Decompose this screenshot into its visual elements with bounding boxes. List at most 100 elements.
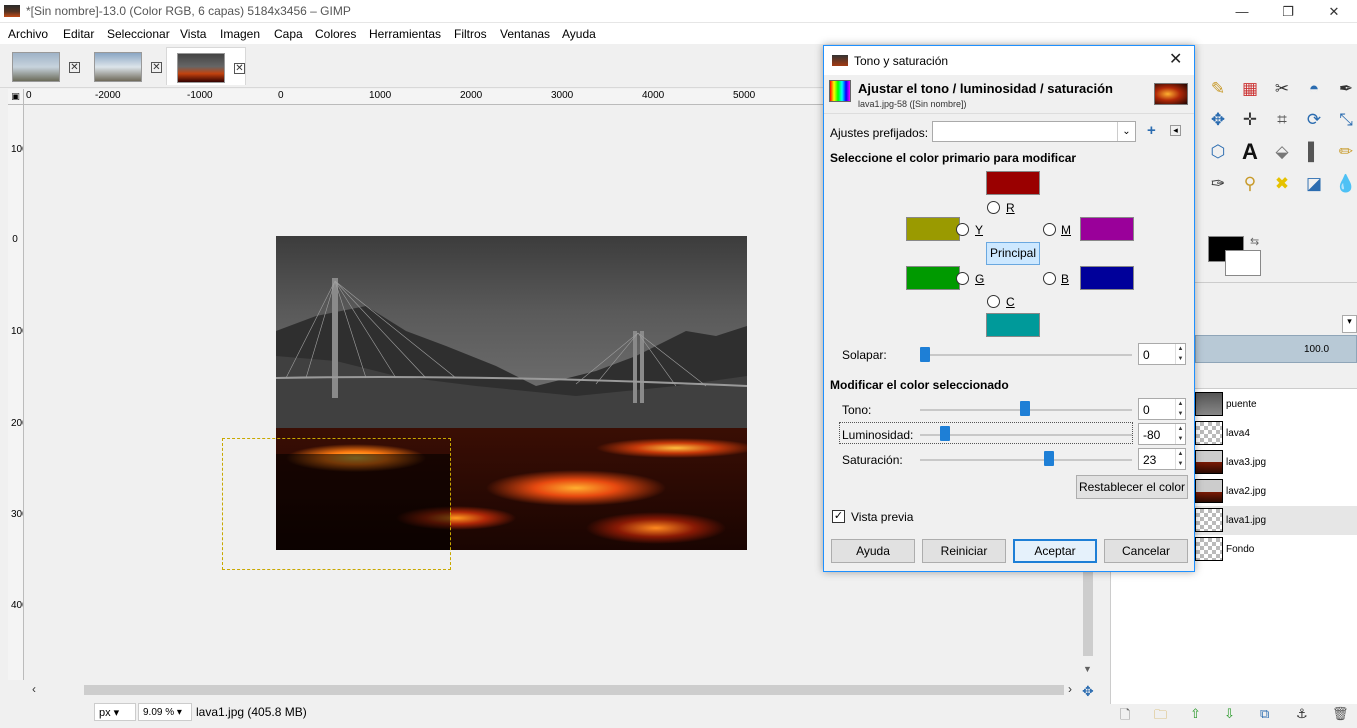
overlap-slider-handle[interactable] <box>920 347 930 362</box>
align-icon[interactable]: ✛ <box>1237 107 1263 133</box>
menu-herramientas[interactable]: Herramientas <box>369 27 441 41</box>
menu-ventanas[interactable]: Ventanas <box>500 27 550 41</box>
radio-yellow[interactable] <box>956 223 969 236</box>
lightness-slider-track[interactable] <box>920 434 1132 436</box>
close-tab-icon[interactable]: ✕ <box>69 62 80 73</box>
spin-arrows-icon[interactable]: ▲ ▼ <box>1175 449 1185 469</box>
scroll-left-icon[interactable]: ‹ <box>32 682 36 696</box>
saturation-slider-track[interactable] <box>920 459 1132 461</box>
radio-red-label[interactable]: R <box>1006 201 1015 215</box>
menu-ayuda[interactable]: Ayuda <box>562 27 596 41</box>
fuzzy-select-icon[interactable]: ✎ <box>1205 76 1231 102</box>
zoom-select[interactable]: 9.09 % ▾ <box>138 703 192 721</box>
close-tab-icon[interactable]: ✕ <box>234 63 245 74</box>
chevron-down-icon[interactable]: ⌄ <box>1117 122 1135 141</box>
opacity-slider[interactable]: 100.0 <box>1195 335 1357 363</box>
saturation-spinbox[interactable]: 23 ▲ ▼ <box>1138 448 1186 470</box>
radio-red[interactable] <box>987 201 1000 214</box>
menu-vista[interactable]: Vista <box>180 27 206 41</box>
menu-colores[interactable]: Colores <box>315 27 356 41</box>
image-tab-3[interactable]: ✕ <box>166 47 246 85</box>
rotate-icon[interactable]: ⟳ <box>1301 107 1327 133</box>
menu-editar[interactable]: Editar <box>63 27 94 41</box>
main-master-button[interactable]: Principal <box>986 242 1040 265</box>
lightness-spinbox[interactable]: -80 ▲ ▼ <box>1138 423 1186 445</box>
preset-menu-icon[interactable]: ◂ <box>1170 125 1181 136</box>
perspective-clone-icon[interactable]: ◪ <box>1301 171 1327 197</box>
menu-filtros[interactable]: Filtros <box>454 27 487 41</box>
image-tab-2[interactable]: ✕ <box>84 47 164 85</box>
duplicate-layer-icon[interactable]: ⧉ <box>1260 706 1269 722</box>
radio-magenta-label[interactable]: M <box>1061 223 1071 237</box>
blend-icon[interactable]: ▌ <box>1301 139 1327 165</box>
new-layer-group-icon[interactable]: 🗀 <box>1154 706 1167 728</box>
radio-blue-label[interactable]: B <box>1061 272 1069 286</box>
dialog-title-bar[interactable]: Tono y saturación ✕ <box>824 46 1194 75</box>
bucket-fill-icon[interactable]: ⬙ <box>1269 139 1295 165</box>
preview-checkbox[interactable]: ✓ <box>832 510 845 523</box>
scroll-down-icon[interactable]: ▼ <box>1083 664 1092 674</box>
radio-green-label[interactable]: G <box>975 272 984 286</box>
image-tab-1[interactable]: ✕ <box>2 47 82 85</box>
overlap-spinbox[interactable]: 0 ▲ ▼ <box>1138 343 1186 365</box>
radio-cyan[interactable] <box>987 295 1000 308</box>
navigate-icon[interactable]: ✥ <box>1082 683 1094 700</box>
pencil-icon[interactable]: ✏ <box>1333 139 1357 165</box>
crop-icon[interactable]: ⌗ <box>1269 107 1295 133</box>
cancel-button[interactable]: Cancelar <box>1104 539 1188 563</box>
swap-colors-icon[interactable]: ⇆ <box>1250 235 1259 248</box>
unit-select[interactable]: px ▾ <box>94 703 136 721</box>
dialog-close-button[interactable]: ✕ <box>1169 49 1182 69</box>
radio-yellow-label[interactable]: Y <box>975 223 983 237</box>
delete-layer-icon[interactable]: 🗑 <box>1332 706 1349 722</box>
presets-combo[interactable]: ⌄ <box>932 121 1136 142</box>
overlap-slider-track[interactable] <box>920 354 1132 356</box>
selection-marquee[interactable] <box>222 438 451 570</box>
spin-arrows-icon[interactable]: ▲ ▼ <box>1175 399 1185 419</box>
hue-spinbox[interactable]: 0 ▲ ▼ <box>1138 398 1186 420</box>
maximize-button[interactable]: ❐ <box>1265 0 1311 23</box>
spin-arrows-icon[interactable]: ▲ ▼ <box>1175 344 1185 364</box>
horizontal-scroll-thumb[interactable] <box>84 685 1064 695</box>
add-preset-icon[interactable]: + <box>1147 122 1156 139</box>
radio-green[interactable] <box>956 272 969 285</box>
help-button[interactable]: Ayuda <box>831 539 915 563</box>
scroll-right-icon[interactable]: › <box>1068 682 1072 696</box>
saturation-slider-handle[interactable] <box>1044 451 1054 466</box>
lightness-slider-handle[interactable] <box>940 426 950 441</box>
menu-archivo[interactable]: Archivo <box>8 27 48 41</box>
raise-layer-icon[interactable]: ⇧ <box>1190 706 1201 722</box>
reset-button[interactable]: Reiniciar <box>922 539 1006 563</box>
lower-layer-icon[interactable]: ⇩ <box>1224 706 1235 722</box>
cage-transform-icon[interactable]: ⬡ <box>1205 139 1231 165</box>
menu-seleccionar[interactable]: Seleccionar <box>107 27 170 41</box>
clone-icon[interactable]: ⚲ <box>1237 171 1263 197</box>
quick-mask-toggle[interactable]: ▣ <box>8 89 24 105</box>
select-by-color-icon[interactable]: ▦ <box>1237 76 1263 102</box>
preview-label[interactable]: Vista previa <box>851 510 913 524</box>
scissors-icon[interactable]: ✂ <box>1269 76 1295 102</box>
blur-icon[interactable]: 💧 <box>1333 171 1357 197</box>
close-button[interactable]: ✕ <box>1311 0 1357 23</box>
heal-icon[interactable]: ✖ <box>1269 171 1295 197</box>
reset-color-button[interactable]: Restablecer el color <box>1076 475 1188 499</box>
anchor-layer-icon[interactable]: ⚓ <box>1296 706 1308 722</box>
foreground-select-icon[interactable]: ◓ <box>1301 76 1327 102</box>
radio-magenta[interactable] <box>1043 223 1056 236</box>
mode-dropdown-icon[interactable]: ▾ <box>1342 315 1357 333</box>
hue-slider-handle[interactable] <box>1020 401 1030 416</box>
new-layer-icon[interactable]: 🗋 <box>1120 706 1130 728</box>
spin-arrows-icon[interactable]: ▲ ▼ <box>1175 424 1185 444</box>
background-color-swatch[interactable] <box>1225 250 1261 276</box>
horizontal-scrollbar[interactable]: ‹ › <box>24 682 1080 698</box>
radio-blue[interactable] <box>1043 272 1056 285</box>
radio-cyan-label[interactable]: C <box>1006 295 1015 309</box>
scale-icon[interactable]: ⤡ <box>1333 107 1357 133</box>
menu-capa[interactable]: Capa <box>274 27 303 41</box>
minimize-button[interactable]: — <box>1219 0 1265 23</box>
move-icon[interactable]: ✥ <box>1205 107 1231 133</box>
close-tab-icon[interactable]: ✕ <box>151 62 162 73</box>
ok-button[interactable]: Aceptar <box>1013 539 1097 563</box>
paths-icon[interactable]: ✒ <box>1333 76 1357 102</box>
menu-imagen[interactable]: Imagen <box>220 27 260 41</box>
